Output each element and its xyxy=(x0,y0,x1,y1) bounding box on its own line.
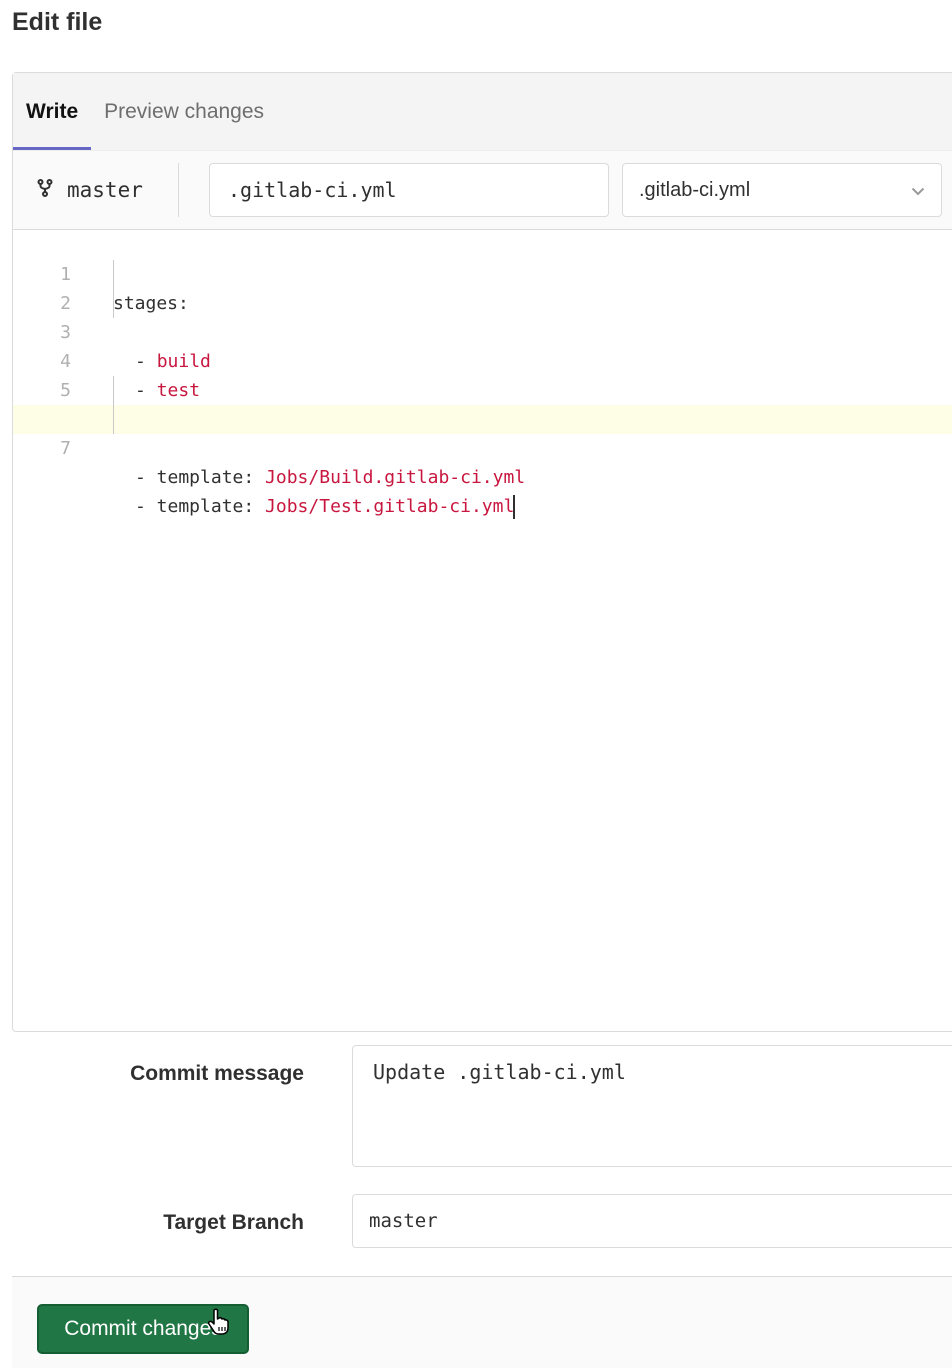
line-content: - template: Jobs/Build.gitlab-ci.yml xyxy=(135,467,526,488)
code-editor[interactable]: 1 stages: 2 - build 3 - test 4 5 include… xyxy=(13,230,952,519)
tab-write-label: Write xyxy=(26,99,79,123)
chevron-down-icon xyxy=(911,179,925,202)
tab-preview-label: Preview changes xyxy=(104,99,265,123)
branch-indicator: master xyxy=(37,151,143,229)
line-number: 7 xyxy=(60,438,71,459)
code-line: 3 - test xyxy=(13,289,952,401)
indent-guide xyxy=(113,405,114,434)
commit-message-label: Commit message xyxy=(130,1062,304,1085)
branch-name: master xyxy=(67,178,143,202)
tab-write[interactable]: Write xyxy=(13,73,92,150)
form-actions: Commit changes xyxy=(12,1276,952,1368)
code-line: 4 xyxy=(13,318,952,372)
code-line-current: 7 - template: Jobs/Test.gitlab-ci.yml xyxy=(13,405,952,519)
indent-guide xyxy=(113,376,114,405)
hand-pointer-icon xyxy=(207,1308,231,1341)
tab-preview-changes[interactable]: Preview changes xyxy=(91,73,277,150)
branch-icon xyxy=(37,178,67,202)
code-line: 5 include: xyxy=(13,347,952,430)
template-type-select[interactable]: .gitlab-ci.yml xyxy=(622,163,942,217)
template-select-value: .gitlab-ci.yml xyxy=(639,178,751,201)
editor-tabs: Write Preview changes xyxy=(13,73,952,150)
page-title: Edit file xyxy=(12,8,103,36)
file-name-value: .gitlab-ci.yml xyxy=(228,178,397,202)
indent-guide xyxy=(113,260,114,289)
indent-guide xyxy=(113,289,114,318)
commit-message-textarea[interactable]: Update .gitlab-ci.yml xyxy=(352,1045,952,1167)
code-line: 2 - build xyxy=(13,260,952,372)
line-content: - template: Jobs/Test.gitlab-ci.yml xyxy=(135,495,516,519)
target-branch-label: Target Branch xyxy=(163,1211,304,1234)
file-editor: Write Preview changes master .gitlab-ci.… xyxy=(12,72,952,1032)
text-cursor xyxy=(513,495,516,519)
target-branch-input[interactable] xyxy=(352,1194,952,1248)
file-name-input[interactable]: .gitlab-ci.yml xyxy=(209,163,609,217)
code-line: 6 - template: Jobs/Build.gitlab-ci.yml xyxy=(13,376,952,488)
code-line: 1 stages: xyxy=(13,231,952,314)
file-title-bar: master .gitlab-ci.yml .gitlab-ci.yml xyxy=(13,150,952,230)
divider xyxy=(178,163,179,217)
